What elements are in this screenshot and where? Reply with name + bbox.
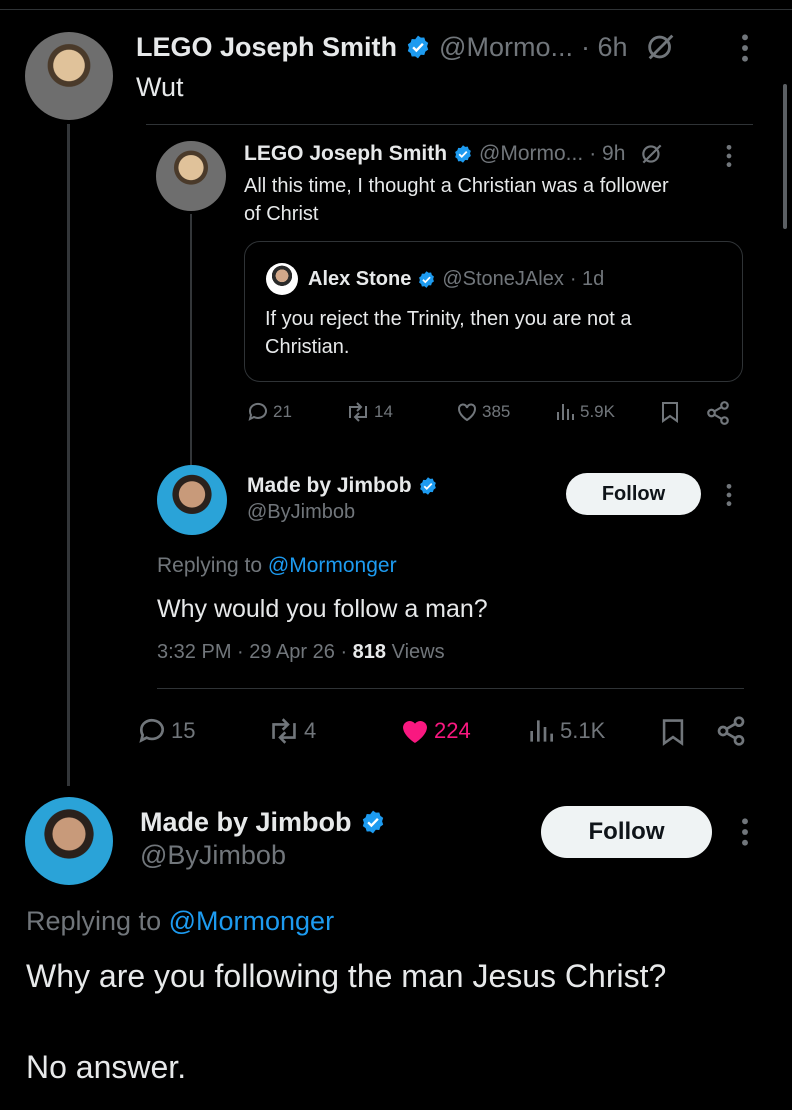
repost-count: 14 — [374, 402, 393, 421]
like-icon — [455, 400, 479, 424]
avatar[interactable] — [156, 141, 226, 211]
scrollbar[interactable] — [783, 84, 787, 229]
post-time[interactable]: · 1d — [570, 268, 604, 291]
verified-icon — [453, 144, 473, 164]
thread-line — [190, 214, 192, 466]
post-header: LEGO Joseph Smith @Mormo... · 9h — [244, 140, 665, 168]
post-header: Made by Jimbob — [140, 805, 386, 839]
post-header: Alex Stone @StoneJAlex · 1d — [308, 265, 604, 293]
bookmark-icon[interactable] — [659, 716, 687, 748]
author-handle[interactable]: @ByJimbob — [140, 840, 286, 871]
repost-button[interactable]: 14 — [345, 400, 393, 424]
reply-button[interactable]: 21 — [246, 400, 292, 424]
replying-handle-link[interactable]: @Mormonger — [268, 554, 397, 577]
views-button[interactable]: 5.1K — [525, 715, 605, 747]
post-timestamp[interactable]: 3:32 PM · 29 Apr 26 · — [157, 641, 347, 663]
repost-button[interactable]: 4 — [267, 715, 316, 747]
views-icon — [553, 400, 577, 424]
author-handle[interactable]: @Mormo... — [479, 142, 583, 166]
like-count: 224 — [434, 718, 471, 743]
post-time[interactable]: · 9h — [589, 142, 625, 166]
reply-count: 15 — [171, 718, 196, 743]
views-count: 5.9K — [580, 402, 615, 421]
share-icon[interactable] — [705, 400, 731, 426]
repost-icon — [345, 400, 371, 424]
reply-button[interactable]: 15 — [136, 715, 195, 747]
post-text-line: of Christ — [244, 203, 319, 225]
views-button[interactable]: 5.9K — [553, 400, 615, 424]
author-name[interactable]: Made by Jimbob — [247, 474, 412, 498]
post-header: LEGO Joseph Smith @Mormo... · 6h — [136, 30, 678, 64]
more-icon[interactable] — [738, 816, 752, 848]
avatar[interactable] — [266, 263, 298, 295]
follow-button[interactable]: Follow — [566, 473, 701, 515]
views-count: 5.1K — [560, 718, 606, 743]
more-icon[interactable] — [723, 143, 735, 169]
replying-prefix: Replying to — [157, 554, 263, 577]
author-name[interactable]: Alex Stone — [308, 268, 411, 291]
repost-count: 4 — [304, 718, 317, 743]
replying-to: Replying to @Mormonger — [157, 554, 397, 578]
like-count: 385 — [482, 402, 511, 421]
post-text-line: If you reject the Trinity, then you are … — [265, 308, 632, 330]
top-divider — [0, 9, 792, 10]
post-text: Why would you follow a man? — [157, 595, 488, 623]
like-button[interactable]: 224 — [399, 715, 471, 747]
post-text-line: No answer. — [26, 1049, 187, 1085]
bookmark-icon[interactable] — [659, 400, 681, 424]
quote-card-bottom-border — [157, 688, 744, 689]
repost-icon — [267, 715, 301, 747]
more-icon[interactable] — [738, 32, 752, 64]
avatar[interactable] — [25, 797, 113, 885]
grok-icon[interactable] — [639, 141, 665, 167]
post-text-line: Why are you following the man Jesus Chri… — [26, 958, 667, 994]
post-time[interactable]: · 6h — [581, 32, 628, 63]
share-icon[interactable] — [715, 715, 747, 747]
replying-handle-link[interactable]: @Mormonger — [169, 906, 334, 936]
more-icon[interactable] — [723, 482, 735, 508]
post-meta: 3:32 PM · 29 Apr 26 · 818 Views — [157, 641, 445, 664]
avatar[interactable] — [25, 32, 113, 120]
verified-icon — [418, 476, 438, 496]
reply-count: 21 — [273, 402, 292, 421]
like-icon — [399, 715, 431, 747]
post-text: Wut — [136, 72, 184, 102]
reply-icon — [246, 400, 270, 424]
author-handle[interactable]: @Mormo... — [439, 32, 573, 63]
verified-icon — [360, 809, 386, 835]
verified-icon — [417, 270, 436, 289]
author-handle[interactable]: @ByJimbob — [247, 501, 355, 524]
post-text-line: All this time, I thought a Christian was… — [244, 175, 669, 197]
replying-to: Replying to @Mormonger — [26, 906, 334, 937]
author-handle[interactable]: @StoneJAlex — [442, 268, 563, 291]
quote-card-top-border — [146, 124, 753, 125]
verified-icon — [405, 34, 431, 60]
avatar[interactable] — [157, 465, 227, 535]
like-button[interactable]: 385 — [455, 400, 510, 424]
author-name[interactable]: LEGO Joseph Smith — [136, 32, 397, 63]
author-name[interactable]: LEGO Joseph Smith — [244, 142, 447, 166]
author-name[interactable]: Made by Jimbob — [140, 807, 352, 838]
views-label: Views — [391, 641, 445, 663]
follow-button[interactable]: Follow — [541, 806, 712, 858]
grok-icon[interactable] — [644, 30, 678, 64]
post-text-line: Christian. — [265, 336, 350, 358]
reply-icon — [136, 715, 168, 747]
post-header: Made by Jimbob — [247, 472, 438, 500]
views-icon — [525, 715, 557, 747]
thread-line — [67, 124, 70, 786]
replying-prefix: Replying to — [26, 906, 162, 936]
views-count: 818 — [352, 641, 387, 663]
